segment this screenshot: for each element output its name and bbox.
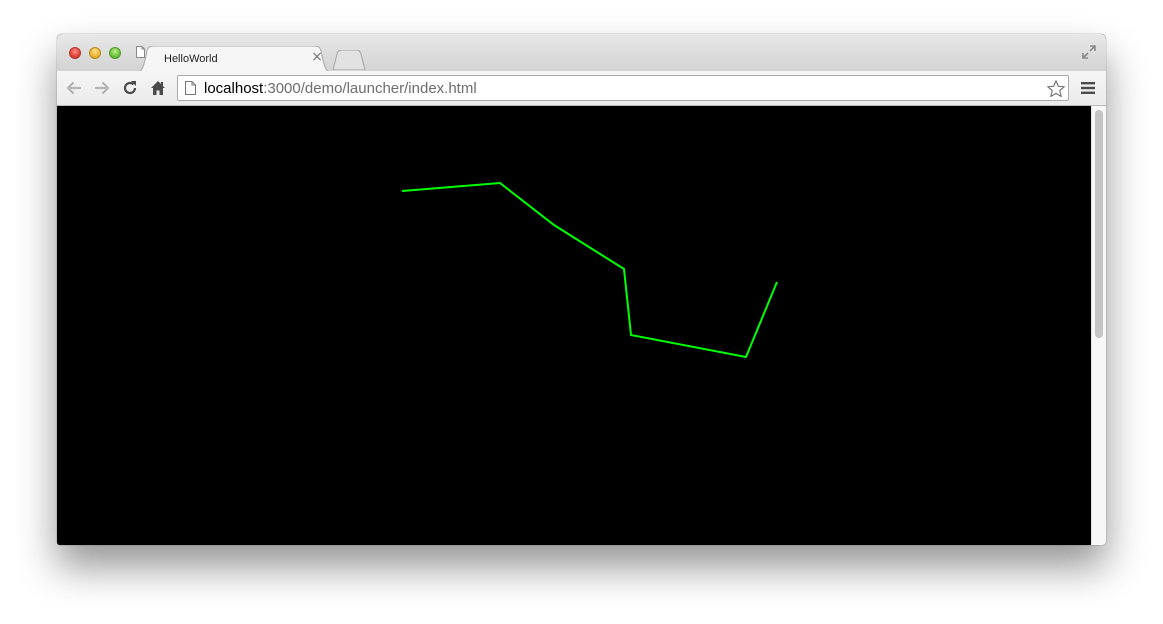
forward-arrow-icon[interactable] <box>92 78 112 98</box>
page-icon <box>136 46 145 58</box>
hamburger-menu-icon[interactable] <box>1081 81 1095 95</box>
zoom-window-button[interactable] <box>109 47 121 59</box>
url-path: :3000/demo/launcher/index.html <box>263 80 477 97</box>
url-text[interactable]: localhost:3000/demo/launcher/index.html <box>204 80 477 97</box>
url-host: localhost <box>204 80 264 97</box>
new-tab-button[interactable] <box>332 50 366 70</box>
tab-helloworld[interactable]: HelloWorld × <box>136 46 332 72</box>
canvas-drawing <box>401 181 778 359</box>
back-arrow-icon[interactable] <box>64 78 84 98</box>
reload-icon[interactable] <box>120 78 140 98</box>
home-icon[interactable] <box>148 78 168 98</box>
scrollbar-thumb[interactable] <box>1095 110 1103 338</box>
address-bar[interactable]: localhost:3000/demo/launcher/index.html <box>177 75 1069 101</box>
vertical-scrollbar[interactable] <box>1091 106 1106 545</box>
tab-title: HelloWorld <box>164 53 218 65</box>
green-polyline <box>401 181 778 359</box>
minimize-window-button[interactable] <box>89 47 101 59</box>
title-bar: HelloWorld × <box>57 34 1106 72</box>
star-icon[interactable] <box>1046 79 1066 99</box>
page-icon <box>185 81 196 95</box>
page-canvas[interactable] <box>57 106 1091 545</box>
close-window-button[interactable] <box>69 47 81 59</box>
browser-window: HelloWorld × localhost:3000/demo/launche… <box>57 34 1106 545</box>
fullscreen-icon[interactable] <box>1081 44 1097 60</box>
close-icon[interactable]: × <box>310 50 324 64</box>
toolbar: localhost:3000/demo/launcher/index.html <box>57 71 1106 106</box>
